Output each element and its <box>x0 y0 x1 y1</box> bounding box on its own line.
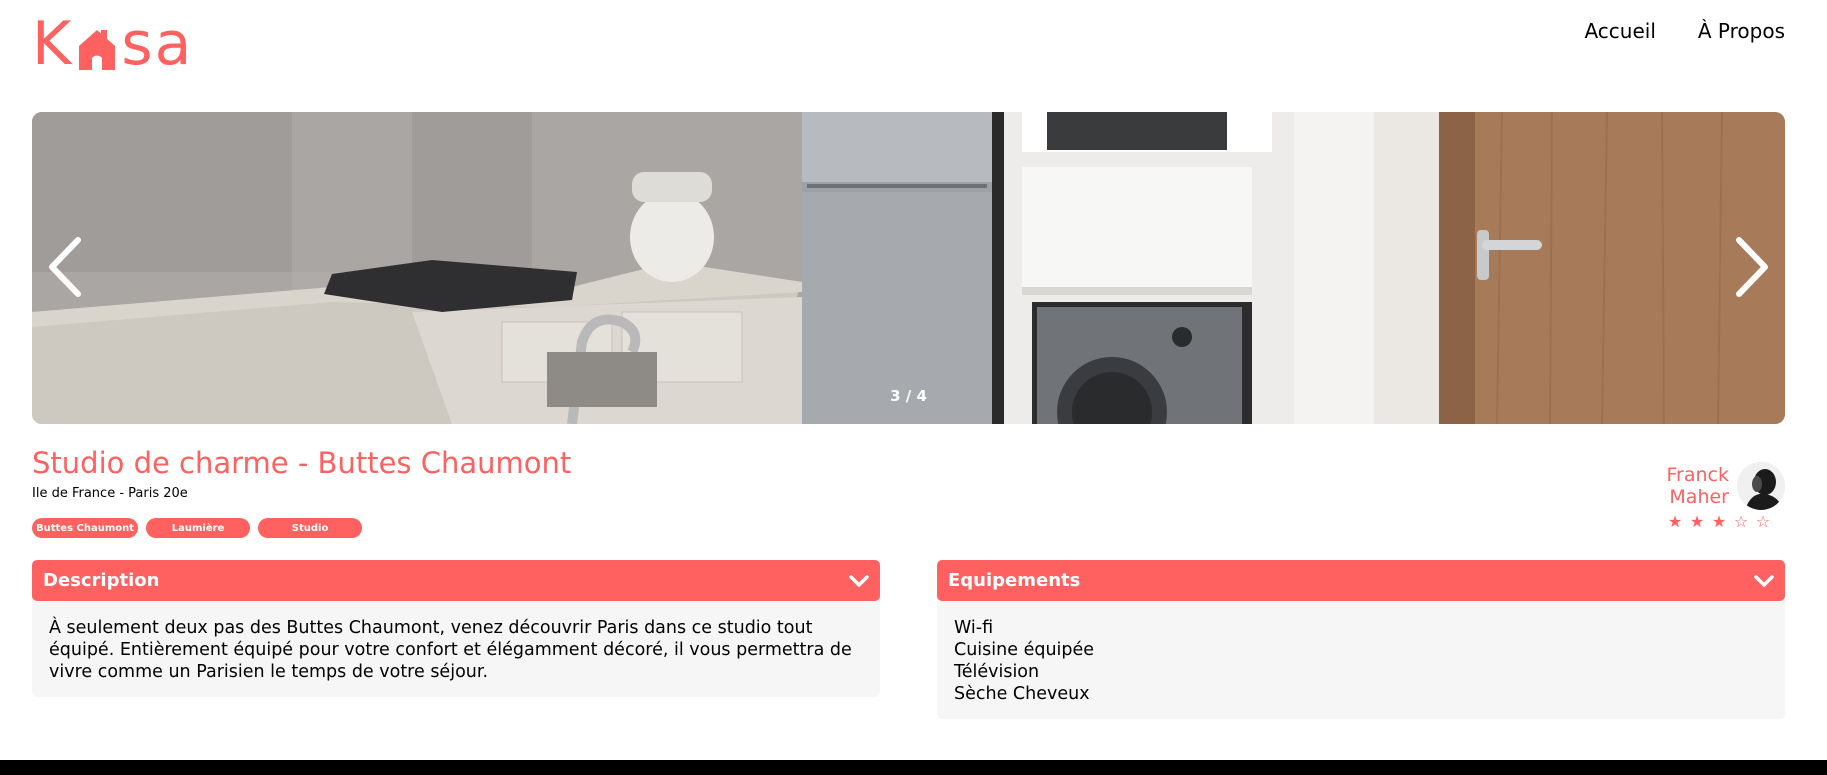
logo-letters-sa: sa <box>121 9 194 79</box>
description-collapse: Description À seulement deux pas des But… <box>32 560 880 697</box>
star-empty-icon: ☆ <box>1755 512 1771 531</box>
equipments-list: Wi-fi Cuisine équipée Télévision Sèche C… <box>954 617 1768 705</box>
footer <box>0 760 1827 775</box>
house-icon <box>79 30 116 70</box>
host-name: Franck Maher <box>1667 464 1730 508</box>
equipments-toggle[interactable]: Equipements <box>937 560 1785 601</box>
apartment-photo <box>32 112 1785 424</box>
tag: Laumière <box>146 518 251 538</box>
description-toggle[interactable]: Description <box>32 560 880 601</box>
tag-list: Buttes Chaumont Laumière Studio <box>32 518 363 538</box>
logo-letter-k: K <box>32 9 74 79</box>
tag: Studio <box>258 518 363 538</box>
list-item: Télévision <box>954 662 1040 682</box>
list-item: Cuisine équipée <box>954 640 1095 660</box>
host-avatar <box>1737 462 1785 510</box>
header: K sa Accueil À Propos <box>32 0 1785 96</box>
star-filled-icon: ★ <box>1711 512 1727 531</box>
star-rating: ★ ★ ★ ☆ ☆ <box>1667 512 1771 531</box>
listing-location: Ile de France - Paris 20e <box>32 486 188 501</box>
list-item: Wi-fi <box>954 618 994 638</box>
photo-carousel: 3 / 4 <box>32 112 1785 424</box>
listing-title: Studio de charme - Buttes Chaumont <box>32 446 572 480</box>
chevron-right-icon[interactable] <box>1729 232 1773 302</box>
host-first-name: Franck <box>1666 464 1730 486</box>
host-last-name: Maher <box>1669 486 1729 508</box>
equipments-body: Wi-fi Cuisine équipée Télévision Sèche C… <box>937 601 1785 719</box>
description-text: À seulement deux pas des Buttes Chaumont… <box>49 618 852 682</box>
equipments-collapse: Equipements Wi-fi Cuisine équipée Télévi… <box>937 560 1785 719</box>
main-nav: Accueil À Propos <box>1584 19 1785 43</box>
host-info: Franck Maher <box>1667 462 1785 510</box>
equipments-title: Equipements <box>948 570 1081 591</box>
chevron-down-icon[interactable] <box>1753 574 1775 588</box>
chevron-down-icon[interactable] <box>848 574 870 588</box>
nav-link-about[interactable]: À Propos <box>1698 19 1785 43</box>
chevron-left-icon[interactable] <box>44 232 88 302</box>
carousel-counter: 3 / 4 <box>890 387 927 405</box>
description-body: À seulement deux pas des Buttes Chaumont… <box>32 601 880 697</box>
list-item: Sèche Cheveux <box>954 684 1090 704</box>
star-filled-icon: ★ <box>1689 512 1705 531</box>
star-empty-icon: ☆ <box>1733 512 1749 531</box>
tag: Buttes Chaumont <box>32 518 139 538</box>
star-filled-icon: ★ <box>1667 512 1683 531</box>
kasa-logo[interactable]: K sa <box>32 9 194 79</box>
nav-link-home[interactable]: Accueil <box>1584 19 1655 43</box>
description-title: Description <box>43 570 160 591</box>
